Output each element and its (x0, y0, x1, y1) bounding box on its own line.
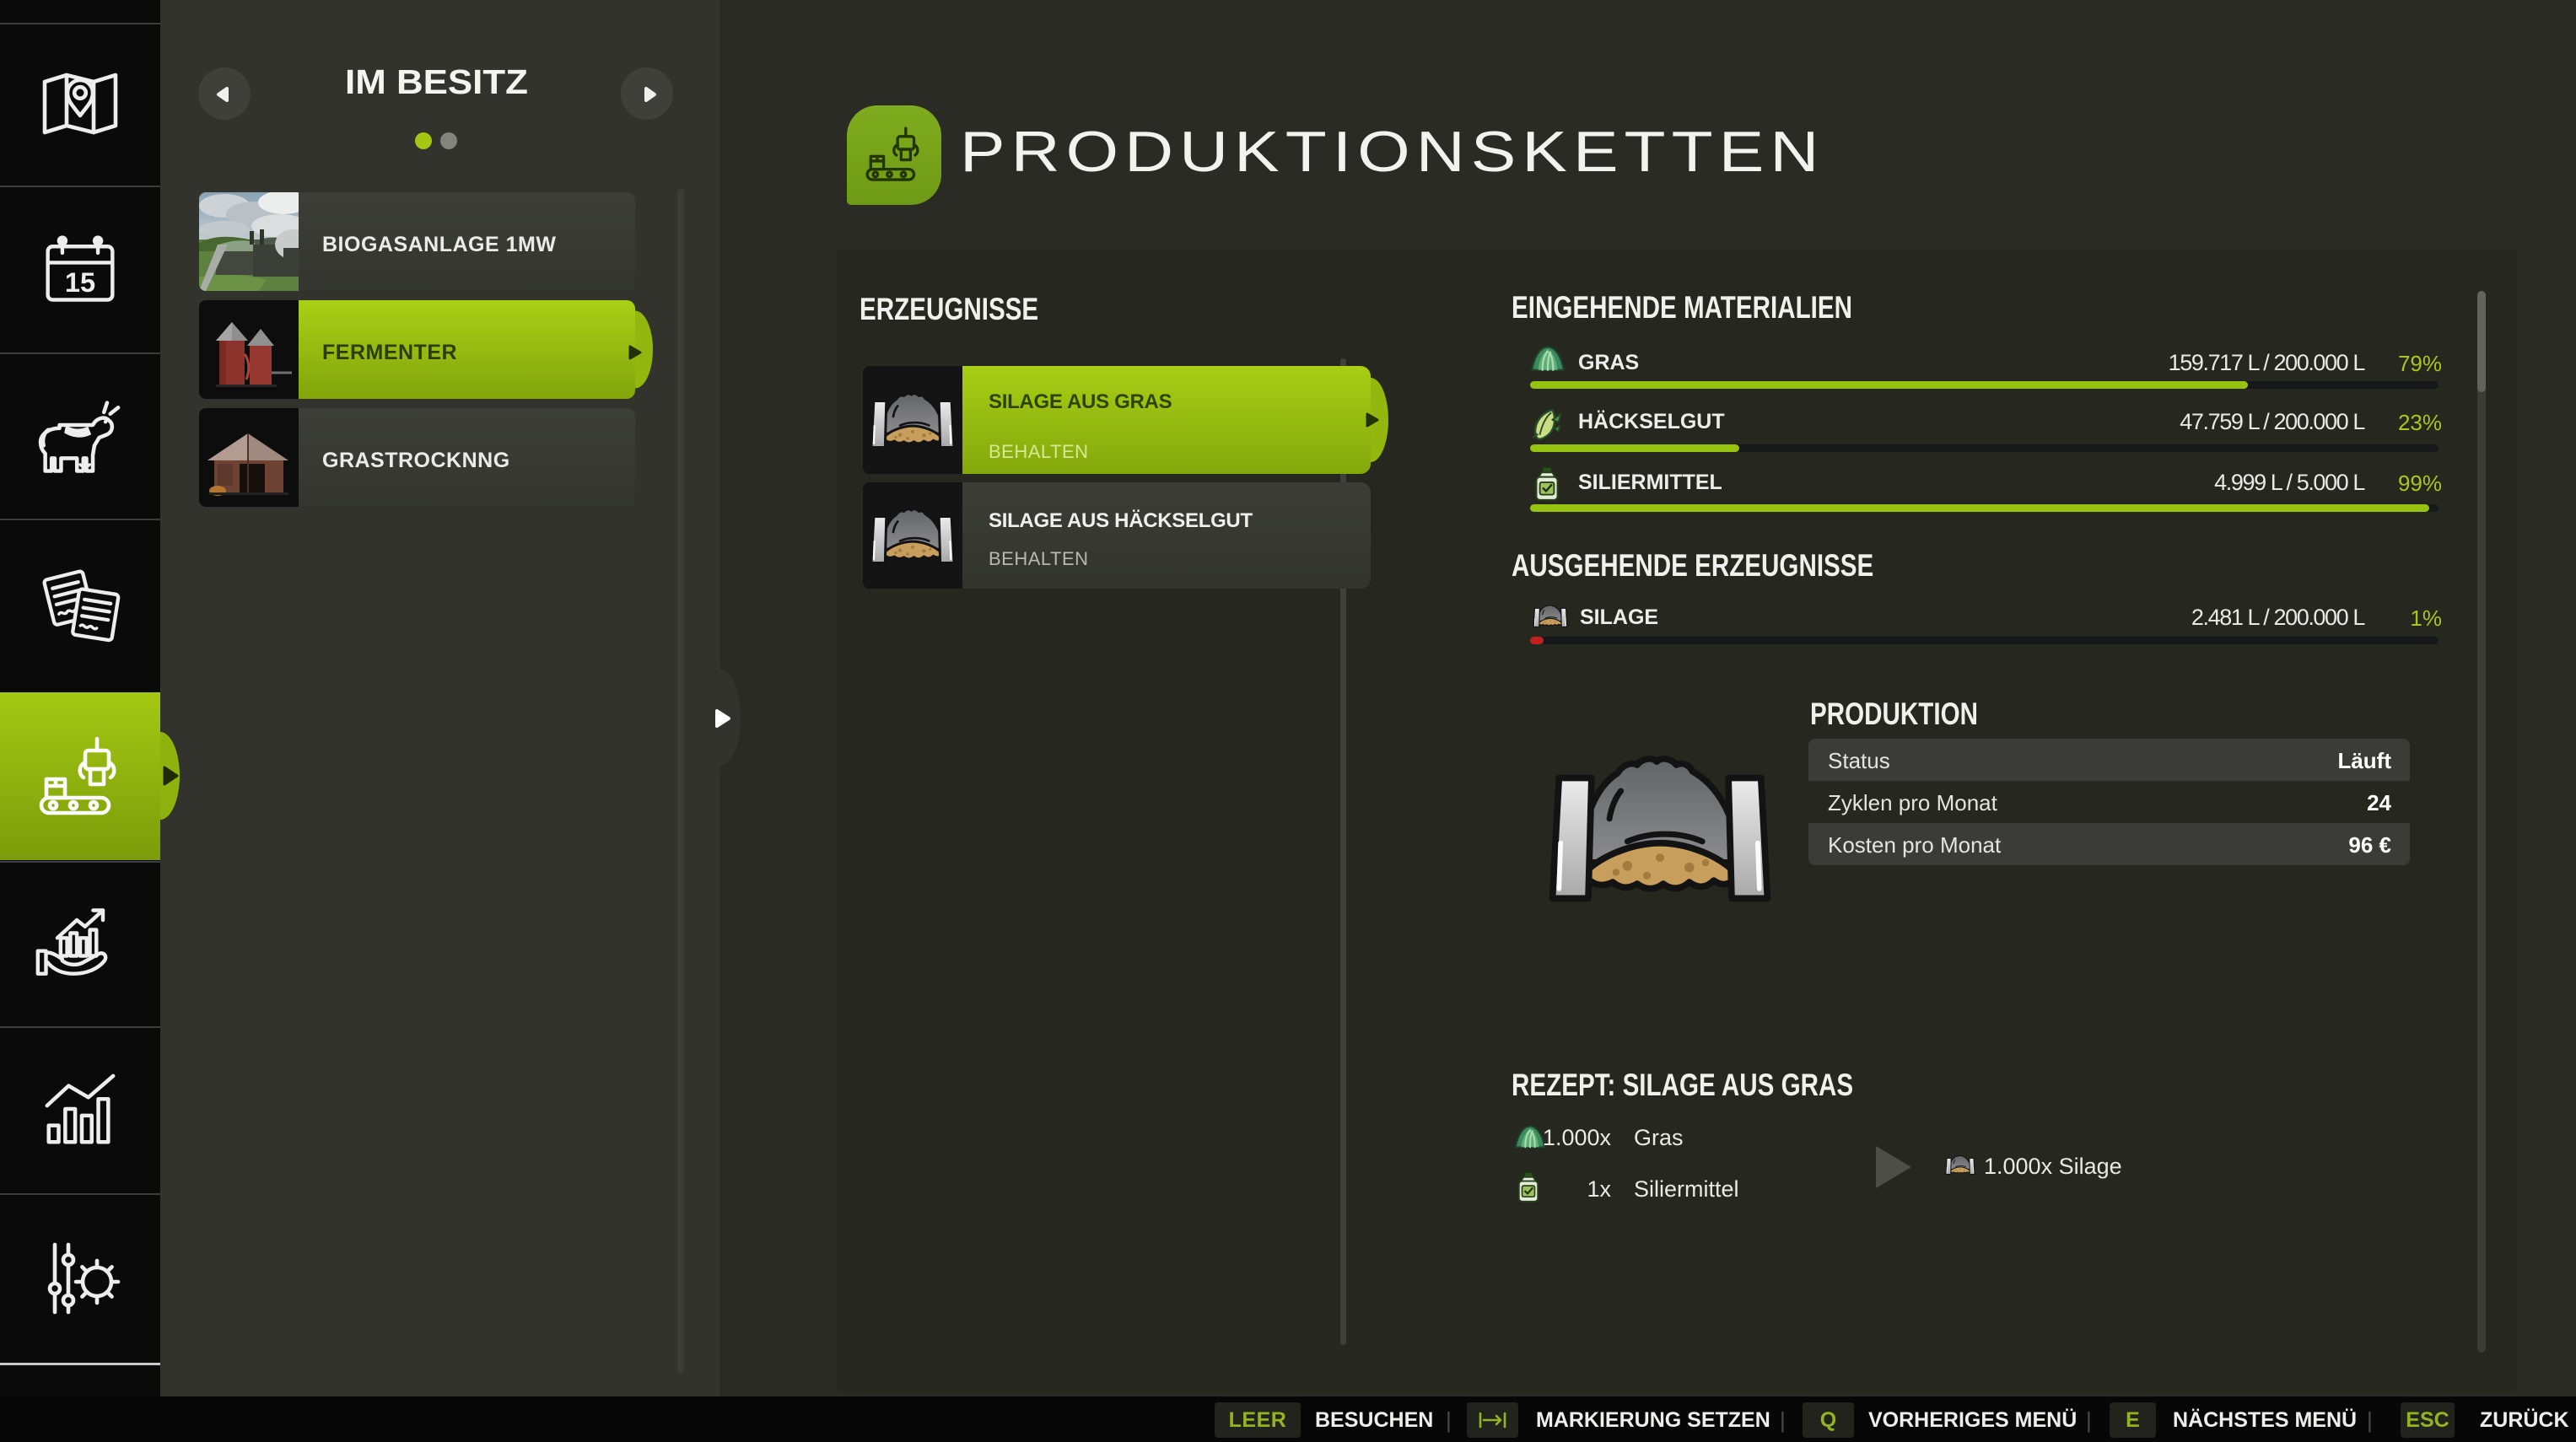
svg-text:15: 15 (65, 267, 95, 298)
